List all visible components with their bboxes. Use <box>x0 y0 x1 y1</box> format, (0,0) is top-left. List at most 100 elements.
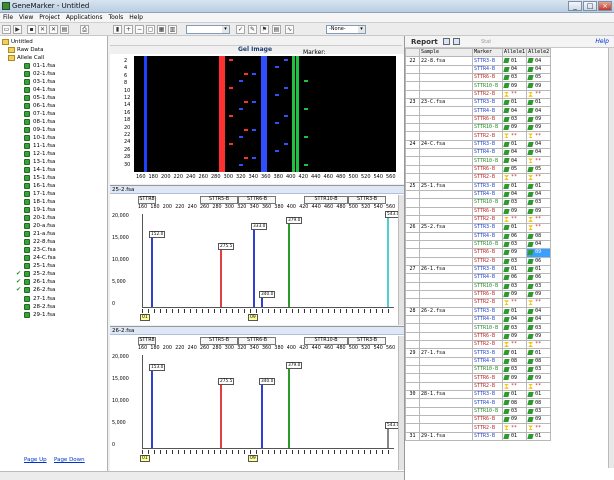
report-cell[interactable]: 24 <box>405 139 420 150</box>
report-cell[interactable] <box>419 289 473 300</box>
report-cell[interactable]: 04 <box>501 189 528 200</box>
report-cell[interactable]: 03 <box>526 198 552 208</box>
report-cell[interactable]: STTR6-B <box>472 114 503 125</box>
report-cell[interactable]: STTR2-B <box>472 131 503 141</box>
column-header[interactable]: Sample <box>419 48 473 58</box>
report-cell[interactable]: ** <box>501 131 528 141</box>
report-cell[interactable] <box>419 81 473 91</box>
table-row[interactable]: 28 26-2.fsa STTR3-B 01 04 <box>405 306 552 317</box>
report-cell[interactable]: 27-1.fsa <box>419 348 473 358</box>
column-header[interactable]: Marker <box>472 48 503 58</box>
zoom-out-icon[interactable]: − <box>135 25 144 34</box>
report-cell[interactable]: STTR2-B <box>472 214 503 225</box>
report-cell[interactable] <box>419 131 473 141</box>
help-link[interactable]: Help <box>595 38 609 45</box>
report-cell[interactable]: 03 <box>501 365 528 375</box>
table-row[interactable]: STTR10-B 03 03 <box>405 198 552 208</box>
open-folder-icon[interactable]: ▭ <box>2 25 11 34</box>
table-row[interactable]: 24 24-C.fsa STTR3-B 01 04 <box>405 139 552 150</box>
report-cell[interactable]: 01 <box>501 223 528 233</box>
report-cell[interactable]: ** <box>501 423 528 433</box>
tree-node[interactable]: 19-1.fsa <box>2 206 106 214</box>
report-cell[interactable]: 28-1.fsa <box>419 390 473 400</box>
table-row[interactable]: STTR10-B 03 04 <box>405 239 552 250</box>
tree-node[interactable]: 17-1.fsa <box>2 190 106 198</box>
report-cell[interactable]: STTR6-B <box>472 248 503 258</box>
report-cell[interactable]: 03 <box>501 239 528 250</box>
peak-size-label[interactable]: 340.0 <box>259 378 276 385</box>
peak-size-label[interactable]: 275.5 <box>218 243 235 250</box>
minimize-button[interactable]: _ <box>568 1 582 11</box>
report-cell[interactable] <box>405 273 420 283</box>
tree-node[interactable]: Untitled <box>2 38 106 46</box>
locus-label[interactable]: STTR3-B <box>348 337 386 345</box>
report-cell[interactable]: 26-2.fsa <box>419 306 473 317</box>
tree-node[interactable]: 20-a.fsa <box>2 222 106 230</box>
report-cell[interactable]: 04 <box>526 239 552 250</box>
report-cell[interactable]: 01 <box>526 431 552 442</box>
report-cell[interactable] <box>405 373 420 383</box>
report-cell[interactable] <box>405 423 420 433</box>
page-down-link[interactable]: Page Down <box>54 457 85 463</box>
report-cell[interactable] <box>419 123 473 133</box>
report-cell[interactable] <box>405 331 420 342</box>
table-icon[interactable]: ▤ <box>272 25 281 34</box>
report-cell[interactable]: STTR10-B <box>472 365 503 375</box>
report-cell[interactable] <box>419 273 473 283</box>
report-cell[interactable]: 06 <box>526 256 552 266</box>
report-cell[interactable]: 29-1.fsa <box>419 431 473 442</box>
report-cell[interactable]: 01 <box>501 264 528 275</box>
locus-label[interactable]: STTR8 <box>138 196 156 204</box>
report-cell[interactable]: STTR6-B <box>472 415 503 425</box>
report-cell[interactable] <box>405 239 420 250</box>
tree-node[interactable]: 24-C.fsa <box>2 254 106 262</box>
tree-node[interactable]: 29-1.fsa <box>2 311 106 319</box>
report-cell[interactable]: 03 <box>501 323 528 333</box>
report-cell[interactable]: STTR10-B <box>472 81 503 91</box>
report-cell[interactable]: 04 <box>501 64 528 75</box>
report-cell[interactable]: 09 <box>501 331 528 342</box>
report-cell[interactable]: 03 <box>526 365 552 375</box>
report-cell[interactable]: 01 <box>501 390 528 400</box>
table-row[interactable]: STTR4-B 06 06 <box>405 273 552 283</box>
save-report-icon[interactable] <box>453 38 460 45</box>
allele-marker[interactable]: 09 <box>248 455 258 462</box>
zoom-in-icon[interactable]: + <box>124 25 133 34</box>
graph-icon[interactable]: ∿ <box>285 25 294 34</box>
report-cell[interactable] <box>419 248 473 258</box>
report-cell[interactable] <box>419 173 473 183</box>
table-row[interactable]: STTR6-B 09 09 <box>405 289 552 300</box>
peak-size-label[interactable]: 340.0 <box>259 291 276 298</box>
locus-label[interactable]: STTR8 <box>138 337 156 345</box>
report-cell[interactable]: 01 <box>501 431 528 442</box>
report-cell[interactable]: 23-C.fsa <box>419 98 473 108</box>
report-cell[interactable] <box>405 281 420 291</box>
report-cell[interactable]: 03 <box>501 73 528 83</box>
table-row[interactable]: STTR4-B 04 04 <box>405 148 552 158</box>
view-select[interactable]: ▾ <box>186 25 230 34</box>
report-cell[interactable] <box>405 356 420 367</box>
column-header[interactable]: Allele1 <box>501 48 528 58</box>
report-cell[interactable]: 25-2.fsa <box>419 223 473 233</box>
report-cell[interactable]: ** <box>501 340 528 350</box>
report-cell[interactable] <box>405 323 420 333</box>
report-cell[interactable]: 01 <box>501 139 528 150</box>
report-cell[interactable]: 09 <box>526 289 552 300</box>
report-cell[interactable]: 04 <box>526 189 552 200</box>
report-cell[interactable]: 09 <box>501 81 528 91</box>
table-row[interactable]: STTR2-B ** ** <box>405 423 552 433</box>
report-cell[interactable]: STTR10-B <box>472 198 503 208</box>
report-cell[interactable]: STTR4-B <box>472 106 503 116</box>
report-cell[interactable]: STTR3-B <box>472 264 503 275</box>
report-cell[interactable]: 08 <box>526 356 552 367</box>
report-cell[interactable]: ** <box>501 173 528 183</box>
report-cell[interactable] <box>419 406 473 417</box>
report-cell[interactable]: STTR6-B <box>472 331 503 342</box>
tree-node[interactable]: ✔ 26-1.fsa <box>2 278 106 286</box>
report-cell[interactable]: STTR4-B <box>472 314 503 325</box>
tree-node[interactable]: 18-1.fsa <box>2 198 106 206</box>
report-cell[interactable] <box>419 365 473 375</box>
report-cell[interactable]: STTR2-B <box>472 298 503 308</box>
overlay-icon[interactable]: ▥ <box>168 25 177 34</box>
report-cell[interactable] <box>405 173 420 183</box>
